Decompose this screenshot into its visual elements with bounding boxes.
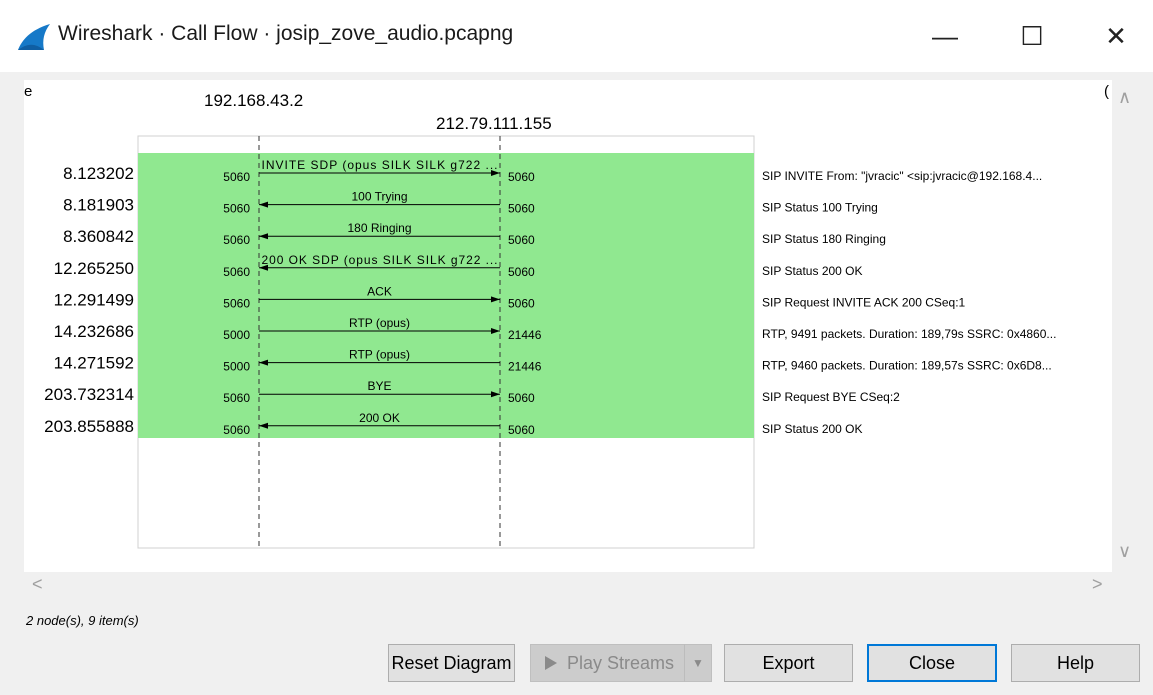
flow-src-port: 5000 [223, 360, 250, 374]
flow-label: ACK [367, 284, 392, 298]
flow-comment: SIP Status 200 OK [762, 264, 863, 278]
close-window-button[interactable]: ✕ [1086, 16, 1146, 56]
chevron-down-icon: ▼ [692, 656, 704, 670]
flow-label: RTP (opus) [349, 316, 410, 330]
flow-time: 14.271592 [54, 354, 134, 373]
flow-comment: SIP INVITE From: "jvracic" <sip:jvracic@… [762, 169, 1042, 183]
flow-comment: RTP, 9460 packets. Duration: 189,57s SSR… [762, 359, 1052, 373]
flow-src-port: 5060 [223, 170, 250, 184]
flow-src-port: 5060 [223, 233, 250, 247]
close-icon: ✕ [1105, 20, 1127, 51]
flow-src-port: 5060 [223, 265, 250, 279]
help-button[interactable]: Help [1011, 644, 1140, 682]
export-button[interactable]: Export [724, 644, 853, 682]
flow-dst-port: 5060 [508, 233, 535, 247]
horizontal-scrollbar[interactable]: < > [24, 572, 1112, 598]
flow-dst-port: 5060 [508, 296, 535, 310]
flow-src-port: 5060 [223, 296, 250, 310]
flow-dst-port: 21446 [508, 360, 542, 374]
flow-comment: SIP Status 200 OK [762, 422, 863, 436]
flow-label: 100 Trying [351, 190, 407, 204]
reset-diagram-button[interactable]: Reset Diagram [388, 644, 515, 682]
flow-comment: SIP Request BYE CSeq:2 [762, 390, 900, 404]
close-button[interactable]: Close [867, 644, 997, 682]
scroll-down-icon[interactable]: ∨ [1118, 542, 1131, 560]
maximize-icon: ☐ [1020, 20, 1044, 51]
title-bar: Wireshark · Call Flow · josip_zove_audio… [0, 0, 1153, 72]
flow-label: RTP (opus) [349, 348, 410, 362]
scroll-right-icon[interactable]: > [1092, 575, 1103, 593]
flow-src-port: 5060 [223, 423, 250, 437]
window-title: Wireshark · Call Flow · josip_zove_audio… [58, 22, 514, 45]
scroll-up-icon[interactable]: ∧ [1118, 88, 1131, 106]
maximize-button[interactable]: ☐ [1002, 16, 1062, 56]
flow-src-port: 5000 [223, 328, 250, 342]
flow-diagram[interactable]: e ( 192.168.43.2 212.79.111.155 8.123202… [24, 80, 1112, 572]
flow-src-port: 5060 [223, 202, 250, 216]
flow-time: 12.265250 [54, 259, 134, 278]
scroll-left-icon[interactable]: < [32, 575, 43, 593]
play-streams-button[interactable]: Play Streams [530, 644, 685, 682]
play-icon [544, 656, 557, 670]
flow-time: 8.360842 [63, 227, 134, 246]
play-streams-label: Play Streams [566, 652, 675, 673]
flow-time: 12.291499 [54, 290, 134, 309]
vertical-scrollbar[interactable]: ∧ ∨ [1112, 80, 1140, 572]
flow-diagram-panel[interactable]: e ( 192.168.43.2 212.79.111.155 8.123202… [24, 80, 1112, 572]
minimize-button[interactable]: — [915, 16, 975, 56]
flow-label: BYE [367, 379, 391, 393]
flow-time: 203.855888 [44, 417, 134, 436]
flow-comment: SIP Request INVITE ACK 200 CSeq:1 [762, 295, 966, 309]
flow-src-port: 5060 [223, 391, 250, 405]
status-label: 2 node(s), 9 item(s) [26, 613, 139, 628]
flow-comment: RTP, 9491 packets. Duration: 189,79s SSR… [762, 327, 1056, 341]
flow-label: 180 Ringing [347, 221, 411, 235]
flow-time: 203.732314 [44, 385, 134, 404]
flow-time: 14.232686 [54, 322, 134, 341]
flow-comment: SIP Status 180 Ringing [762, 232, 886, 246]
flow-comment: SIP Status 100 Trying [762, 201, 878, 215]
flow-dst-port: 21446 [508, 328, 542, 342]
wireshark-fin-icon [18, 24, 50, 50]
flow-dst-port: 5060 [508, 391, 535, 405]
right-edge-fragment: ( [1104, 83, 1109, 100]
flow-dst-port: 5060 [508, 170, 535, 184]
flow-label: INVITE SDP (opus SILK SILK g722 ... [262, 158, 498, 172]
left-edge-fragment: e [24, 83, 32, 100]
node-label-1: 192.168.43.2 [204, 91, 303, 110]
flow-dst-port: 5060 [508, 265, 535, 279]
flow-dst-port: 5060 [508, 423, 535, 437]
flow-label: 200 OK [359, 411, 400, 425]
flow-time: 8.123202 [63, 164, 134, 183]
flow-time: 8.181903 [63, 196, 134, 215]
flow-label: 200 OK SDP (opus SILK SILK g722 ... [262, 253, 498, 267]
play-streams-dropdown[interactable]: ▼ [684, 644, 712, 682]
flow-dst-port: 5060 [508, 202, 535, 216]
minimize-icon: — [932, 20, 958, 51]
node-label-2: 212.79.111.155 [436, 114, 552, 133]
